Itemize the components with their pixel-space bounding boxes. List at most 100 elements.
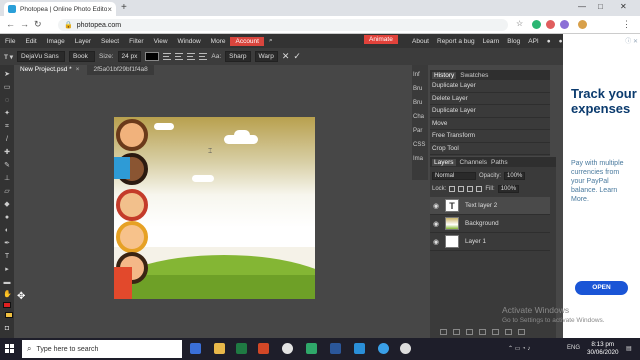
dodge-tool-icon[interactable]: ◐ [3, 227, 11, 234]
panel-brush-presets[interactable]: Bru [413, 100, 427, 106]
font-size-field[interactable]: 24 px [117, 51, 142, 62]
url-field[interactable]: 🔒 photopea.com [58, 19, 508, 31]
panel-brush[interactable]: Bru [413, 86, 427, 92]
powerpoint-icon[interactable] [258, 343, 269, 354]
magic-wand-icon[interactable]: ✦ [3, 110, 11, 117]
marquee-tool-icon[interactable]: ▭ [3, 84, 11, 91]
cancel-icon[interactable]: ✕ [282, 51, 290, 62]
justify-icon[interactable] [199, 53, 208, 60]
lock-position-icon[interactable] [467, 186, 474, 192]
crop-tool-icon[interactable]: ⌗ [3, 123, 11, 130]
app-icon[interactable] [306, 343, 317, 354]
text-color-swatch[interactable] [145, 52, 160, 61]
new-layer-icon[interactable] [505, 329, 512, 335]
link-layers-icon[interactable] [440, 329, 447, 335]
history-item[interactable]: Crop Tool [430, 143, 550, 155]
menu-window[interactable]: Window [173, 38, 206, 45]
close-window-button[interactable]: ✕ [620, 2, 627, 11]
browser-menu-icon[interactable]: ⋮ [622, 19, 631, 30]
maximize-button[interactable]: □ [598, 2, 603, 11]
clone-stamp-icon[interactable]: ⊥ [3, 175, 11, 182]
hand-tool-icon[interactable]: ✋ [3, 291, 12, 298]
lasso-tool-icon[interactable]: ◌ [3, 97, 11, 104]
menu-blog[interactable]: Blog [503, 38, 524, 45]
profile-avatar[interactable] [578, 20, 587, 29]
visibility-eye-icon[interactable]: ◉ [433, 220, 441, 228]
path-select-icon[interactable]: ▸ [3, 266, 11, 273]
taskbar-search[interactable]: ⌕ Type here to search [22, 340, 182, 358]
align-center-icon[interactable] [175, 53, 184, 60]
reload-icon[interactable]: ↻ [34, 19, 42, 30]
lock-transparency-icon[interactable] [449, 186, 456, 192]
menu-filter[interactable]: Filter [124, 38, 148, 45]
file-explorer-icon[interactable] [214, 343, 225, 354]
history-item[interactable]: Move [430, 118, 550, 130]
document-close-icon[interactable]: × [76, 66, 80, 73]
photos-icon[interactable] [354, 343, 365, 354]
tab-history[interactable]: History [432, 71, 457, 79]
menu-select[interactable]: Select [96, 38, 124, 45]
move-tool-icon[interactable]: ➤ [3, 71, 11, 78]
menu-layer[interactable]: Layer [70, 38, 96, 45]
ad-open-button[interactable]: OPEN [575, 281, 628, 295]
language-indicator[interactable]: ENG [567, 345, 580, 351]
healing-brush-icon[interactable]: ✚ [3, 149, 11, 156]
edge-icon[interactable] [378, 343, 389, 354]
tray-icons[interactable]: ⌃ ▭ ◔ ♪ [508, 345, 530, 352]
eraser-tool-icon[interactable]: ▱ [3, 188, 11, 195]
document-tab[interactable]: New Project.psd * × [14, 65, 86, 75]
tab-swatches[interactable]: Swatches [460, 72, 488, 79]
menu-edit[interactable]: Edit [20, 38, 41, 45]
windows-start-icon[interactable] [5, 344, 14, 353]
bookmark-star-icon[interactable]: ☆ [516, 19, 523, 28]
delete-layer-icon[interactable] [518, 329, 525, 335]
visibility-eye-icon[interactable]: ◉ [433, 238, 441, 246]
layer-row[interactable]: ◉ T Text layer 2 [430, 197, 550, 215]
adjustment-icon[interactable] [479, 329, 486, 335]
history-item[interactable]: Duplicate Layer [430, 80, 550, 93]
blend-mode-select[interactable]: Normal [432, 172, 476, 180]
animate-button[interactable]: Animate [364, 35, 398, 44]
eyedropper-icon[interactable]: / [3, 136, 11, 143]
type-tool-icon[interactable]: T [3, 253, 11, 260]
app-icon[interactable] [400, 343, 411, 354]
menu-about[interactable]: About [408, 38, 433, 45]
font-style-select[interactable]: Book [69, 51, 96, 62]
extension-icon[interactable] [546, 20, 555, 29]
brush-tool-icon[interactable]: ✎ [3, 162, 11, 169]
foreground-color-swatch[interactable] [3, 302, 11, 308]
mask-icon[interactable] [466, 329, 473, 335]
layer-row[interactable]: ◉ Background [430, 215, 550, 233]
extension-icon[interactable] [532, 20, 541, 29]
visibility-eye-icon[interactable]: ◉ [433, 202, 441, 210]
menu-image[interactable]: Image [42, 38, 70, 45]
layer-row[interactable]: ◉ Layer 1 [430, 233, 550, 251]
new-tab-button[interactable]: + [121, 2, 127, 14]
extension-icon[interactable] [560, 20, 569, 29]
panel-info[interactable]: Inf [413, 72, 427, 78]
history-item[interactable]: Duplicate Layer [430, 105, 550, 118]
align-right-icon[interactable] [187, 53, 196, 60]
lock-pixels-icon[interactable] [458, 186, 465, 192]
pen-tool-icon[interactable]: ✒ [3, 240, 11, 247]
tab-channels[interactable]: Channels [460, 159, 487, 166]
menu-api[interactable]: API [524, 38, 542, 45]
task-view-icon[interactable] [190, 343, 201, 354]
tab-layers[interactable]: Layers [432, 158, 456, 166]
menu-file[interactable]: File [0, 38, 20, 45]
panel-css[interactable]: CSS [413, 142, 427, 148]
fill-field[interactable]: 100% [497, 185, 520, 193]
effects-icon[interactable] [453, 329, 460, 335]
reddit-icon[interactable]: ● [543, 38, 555, 45]
warp-button[interactable]: Warp [254, 51, 278, 62]
opacity-field[interactable]: 100% [504, 172, 526, 180]
folder-icon[interactable] [492, 329, 499, 335]
shape-tool-icon[interactable]: ▬ [3, 279, 11, 286]
document-tab[interactable]: 2f5a01bf29bf1f4a8 [87, 65, 154, 75]
font-family-select[interactable]: DejaVu Sans [17, 51, 66, 62]
commit-check-icon[interactable]: ✓ [293, 51, 301, 62]
forward-icon[interactable]: → [20, 19, 29, 29]
excel-icon[interactable] [236, 343, 247, 354]
word-icon[interactable] [330, 343, 341, 354]
quick-mask-icon[interactable]: ◘ [3, 325, 11, 332]
